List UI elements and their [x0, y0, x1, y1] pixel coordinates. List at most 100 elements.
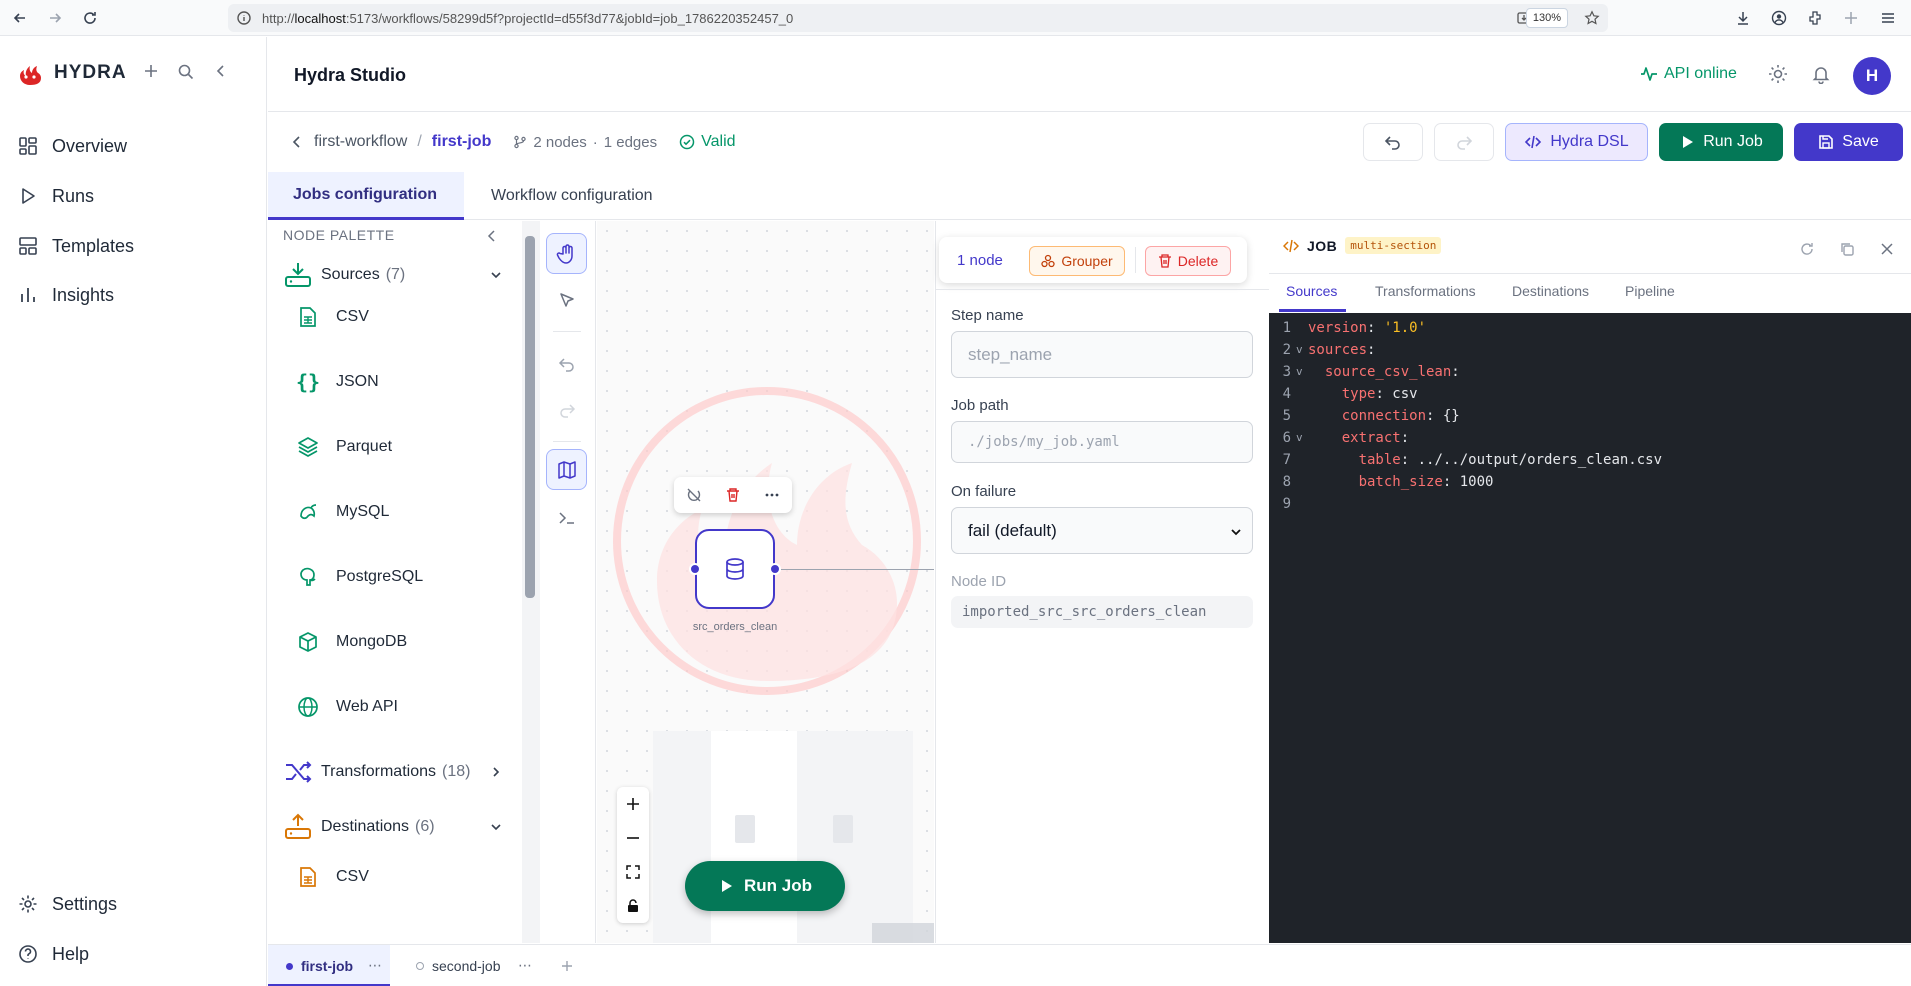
- chevron-left-icon[interactable]: [290, 135, 304, 149]
- canvas-redo-button[interactable]: [546, 389, 587, 430]
- fold-chevron-icon[interactable]: v: [1296, 361, 1303, 383]
- plus-icon[interactable]: [143, 63, 159, 79]
- breadcrumb-job[interactable]: first-job: [432, 133, 492, 151]
- downloads-icon[interactable]: [1735, 10, 1751, 26]
- palette-section-sources[interactable]: Sources (7): [268, 257, 518, 293]
- forward-icon[interactable]: [41, 4, 69, 32]
- bookmark-star-icon[interactable]: [1584, 10, 1600, 26]
- zoom-level[interactable]: 130%: [1525, 8, 1568, 28]
- palette-item-postgresql[interactable]: PostgreSQL: [268, 561, 518, 593]
- code-tab-sources[interactable]: Sources: [1286, 283, 1337, 299]
- job-tab-first-job[interactable]: first-job: [286, 945, 353, 986]
- select-tool-button[interactable]: [546, 279, 587, 320]
- sidebar-item-insights[interactable]: Insights: [0, 275, 267, 315]
- code-tab-destinations[interactable]: Destinations: [1512, 283, 1589, 299]
- code-line[interactable]: 9: [1269, 493, 1911, 515]
- zoom-out-button[interactable]: [617, 821, 649, 855]
- trash-icon[interactable]: [725, 487, 741, 503]
- account-icon[interactable]: [1771, 10, 1787, 26]
- canvas-undo-button[interactable]: [546, 343, 587, 384]
- palette-item-web-api[interactable]: Web API: [268, 691, 518, 723]
- back-icon[interactable]: [6, 4, 34, 32]
- breadcrumb-workflow[interactable]: first-workflow: [314, 133, 407, 151]
- add-job-tab-icon[interactable]: [561, 960, 573, 972]
- job-tab-menu-icon[interactable]: ⋯: [368, 957, 382, 974]
- lock-button[interactable]: [617, 889, 649, 923]
- sidebar-item-runs[interactable]: Runs: [0, 176, 267, 216]
- palette-item-destination-csv[interactable]: CSV: [268, 861, 518, 893]
- run-job-button[interactable]: Run Job: [1659, 123, 1783, 161]
- brand[interactable]: HYDRA: [14, 57, 127, 89]
- code-line[interactable]: 8 batch_size: 1000: [1269, 471, 1911, 493]
- extensions-icon[interactable]: [1807, 10, 1823, 26]
- edge[interactable]: [781, 569, 934, 570]
- api-status[interactable]: API online: [1640, 65, 1737, 83]
- step-name-input[interactable]: step_name: [951, 331, 1253, 378]
- save-button[interactable]: Save: [1794, 123, 1903, 161]
- reload-icon[interactable]: [76, 4, 104, 32]
- palette-item-csv[interactable]: CSV: [268, 301, 518, 333]
- node-handle-right[interactable]: [769, 563, 781, 575]
- sidebar-item-settings[interactable]: Settings: [0, 884, 267, 924]
- theme-sun-icon[interactable]: [1768, 64, 1788, 84]
- code-line[interactable]: 3v source_csv_lean:: [1269, 361, 1911, 383]
- undo-button[interactable]: [1363, 123, 1423, 161]
- copy-icon[interactable]: [1839, 241, 1855, 257]
- sidebar-item-help[interactable]: Help: [0, 934, 267, 974]
- collapse-chevron-icon[interactable]: [213, 63, 229, 79]
- code-tab-pipeline[interactable]: Pipeline: [1625, 283, 1675, 299]
- canvas-run-job-button[interactable]: Run Job: [685, 861, 845, 911]
- redo-button[interactable]: [1434, 123, 1494, 161]
- code-line[interactable]: 5 connection: {}: [1269, 405, 1911, 427]
- sidebar-item-overview[interactable]: Overview: [0, 126, 267, 166]
- sidebar-item-templates[interactable]: Templates: [0, 226, 267, 266]
- code-line[interactable]: 7 table: ../../output/orders_clean.csv: [1269, 449, 1911, 471]
- code-line[interactable]: 2 v sources:: [1269, 339, 1911, 361]
- terminal-button[interactable]: [546, 497, 587, 538]
- tab-workflow-configuration[interactable]: Workflow configuration: [466, 172, 678, 220]
- search-icon[interactable]: [177, 63, 195, 81]
- palette-section-transformations[interactable]: Transformations (18): [268, 754, 518, 790]
- fit-view-button[interactable]: [617, 855, 649, 889]
- node-src-orders-clean[interactable]: [695, 529, 775, 609]
- palette-item-mysql[interactable]: MySQL: [268, 496, 518, 528]
- job-tab-second-job[interactable]: second-job: [416, 945, 501, 986]
- menu-icon[interactable]: [1880, 10, 1896, 26]
- minimap-toggle-button[interactable]: [546, 449, 587, 490]
- on-failure-select[interactable]: fail (default): [951, 507, 1253, 554]
- new-tab-plus-icon[interactable]: [1843, 10, 1859, 26]
- grouper-button[interactable]: Grouper: [1029, 246, 1125, 276]
- bell-icon[interactable]: [1811, 64, 1831, 84]
- hydra-dsl-button[interactable]: Hydra DSL: [1505, 123, 1648, 161]
- refresh-icon[interactable]: [1799, 241, 1815, 257]
- palette-item-parquet[interactable]: Parquet: [268, 431, 518, 463]
- more-horizontal-icon[interactable]: [764, 487, 780, 503]
- fold-chevron-icon[interactable]: v: [1296, 339, 1303, 361]
- palette-scrollbar-thumb[interactable]: [525, 236, 535, 598]
- address-bar[interactable]: http://localhost:5173/workflows/58299d5f…: [228, 4, 1608, 32]
- palette-item-json[interactable]: {} JSON: [268, 366, 518, 398]
- palette-section-destinations[interactable]: Destinations (6): [268, 809, 518, 845]
- url-text[interactable]: http://localhost:5173/workflows/58299d5f…: [262, 11, 793, 26]
- disable-node-icon[interactable]: [686, 487, 702, 503]
- close-icon[interactable]: [1879, 241, 1895, 257]
- fold-chevron-icon[interactable]: v: [1296, 427, 1303, 449]
- tab-jobs-configuration[interactable]: Jobs configuration: [268, 172, 464, 220]
- job-path-input[interactable]: ./jobs/my_job.yaml: [951, 421, 1253, 463]
- zoom-in-button[interactable]: [617, 787, 649, 821]
- avatar[interactable]: H: [1853, 57, 1891, 95]
- workflow-canvas[interactable]: src_orders_clean Run Job: [597, 221, 934, 943]
- code-tab-transformations[interactable]: Transformations: [1375, 283, 1476, 299]
- node-handle-left[interactable]: [689, 563, 701, 575]
- code-line[interactable]: 4 type: csv: [1269, 383, 1911, 405]
- palette-item-mongodb[interactable]: MongoDB: [268, 626, 518, 658]
- code-line[interactable]: 6v extract:: [1269, 427, 1911, 449]
- pan-tool-button[interactable]: [546, 233, 587, 274]
- minimap[interactable]: [653, 731, 913, 943]
- code-line[interactable]: 1 version: '1.0': [1269, 317, 1911, 339]
- job-tab-menu-icon[interactable]: ⋯: [518, 957, 532, 974]
- delete-button[interactable]: Delete: [1145, 246, 1231, 276]
- site-info-icon[interactable]: [236, 10, 252, 26]
- code-editor[interactable]: 1 version: '1.0' 2 v sources: 3v source_csv_…: [1269, 313, 1911, 943]
- collapse-palette-icon[interactable]: [485, 229, 499, 243]
